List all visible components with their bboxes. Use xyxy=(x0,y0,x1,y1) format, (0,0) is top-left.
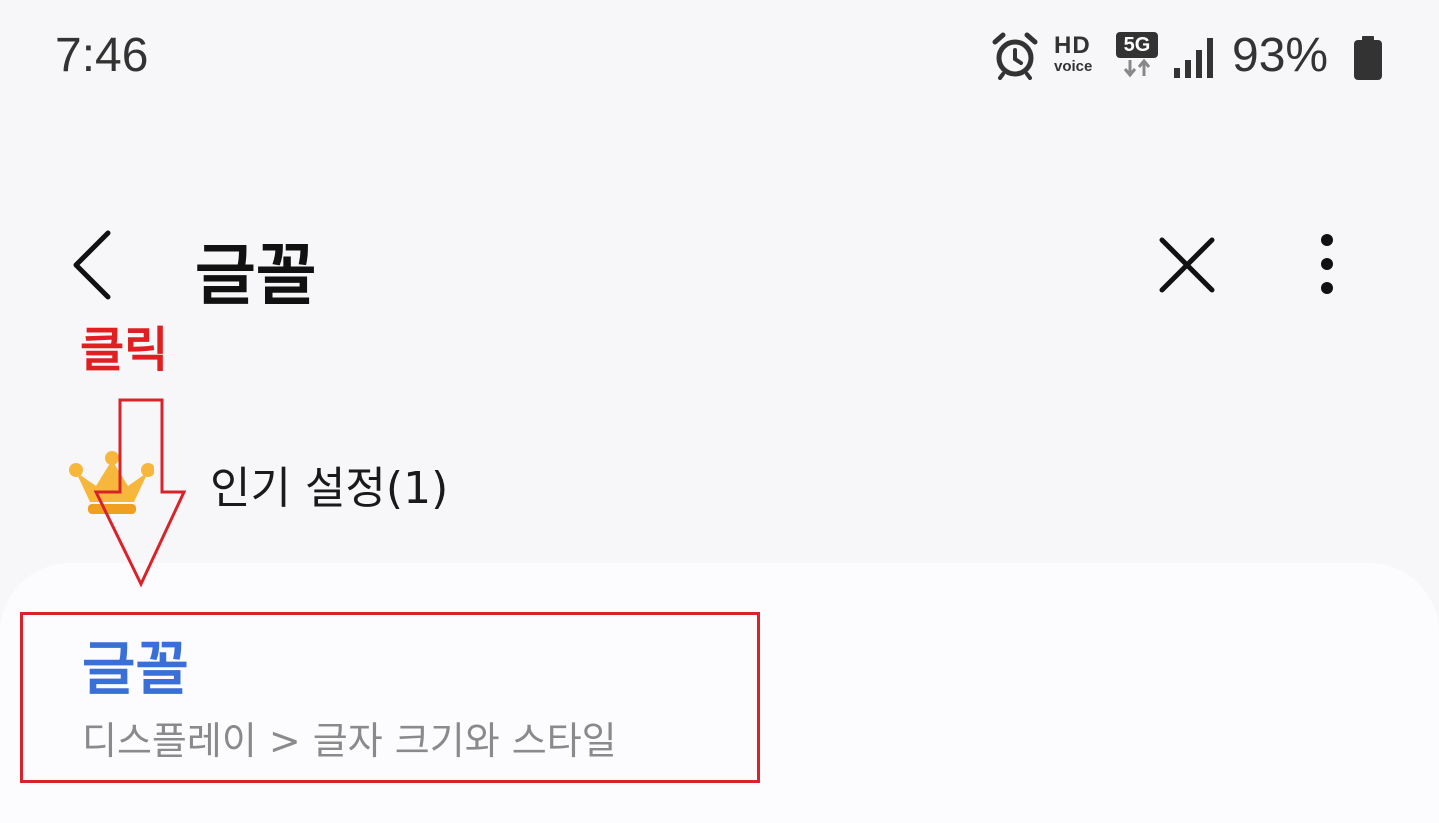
close-button[interactable] xyxy=(1150,228,1224,302)
5g-icon: 5G xyxy=(1116,32,1160,80)
arrow-down-icon xyxy=(93,398,187,588)
data-arrows-icon xyxy=(1123,58,1151,78)
battery-icon xyxy=(1354,36,1382,80)
hd-text: HD xyxy=(1054,32,1091,59)
page-title: 글꼴 xyxy=(195,237,317,314)
annotation-label: 클릭 xyxy=(80,322,169,378)
highlight-box xyxy=(20,612,760,783)
signal-icon xyxy=(1174,38,1213,78)
back-button[interactable] xyxy=(62,225,126,305)
hd-voice-icon: HD voice xyxy=(1054,34,1104,80)
status-time: 7:46 xyxy=(55,29,149,82)
battery-percentage: 93% xyxy=(1232,29,1329,82)
alarm-icon xyxy=(992,32,1038,80)
voice-text: voice xyxy=(1054,58,1093,75)
more-options-button[interactable] xyxy=(1305,228,1349,302)
more-vertical-icon xyxy=(1321,234,1333,294)
popular-settings-item[interactable]: 인기 설정(1) xyxy=(210,452,448,516)
close-icon xyxy=(1159,237,1215,293)
5g-label: 5G xyxy=(1116,32,1158,58)
chevron-left-icon xyxy=(73,230,111,300)
